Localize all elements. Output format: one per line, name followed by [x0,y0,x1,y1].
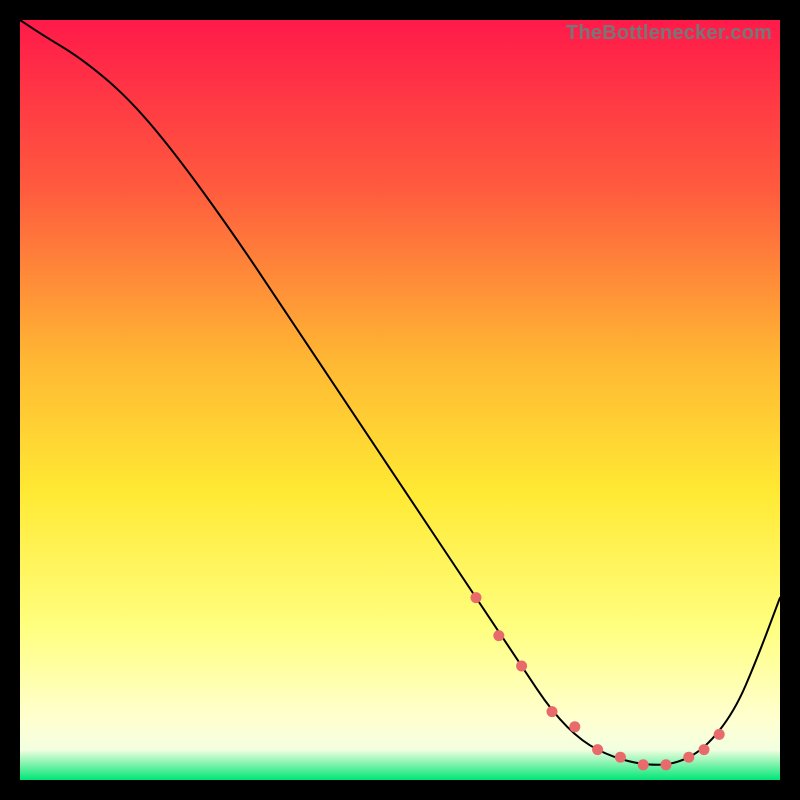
highlight-dot [516,661,527,672]
gradient-background [20,20,780,780]
highlight-dot [471,592,482,603]
highlight-dot [592,744,603,755]
highlight-dot [714,729,725,740]
watermark-text: TheBottlenecker.com [566,22,772,45]
highlight-dot [615,752,626,763]
highlight-dot [638,759,649,770]
highlight-dot [493,630,504,641]
highlight-dot [683,752,694,763]
highlight-dot [661,759,672,770]
highlight-dot [699,744,710,755]
highlight-dot [547,706,558,717]
chart-frame: TheBottlenecker.com [20,20,780,780]
bottleneck-chart [20,20,780,780]
highlight-dot [569,721,580,732]
